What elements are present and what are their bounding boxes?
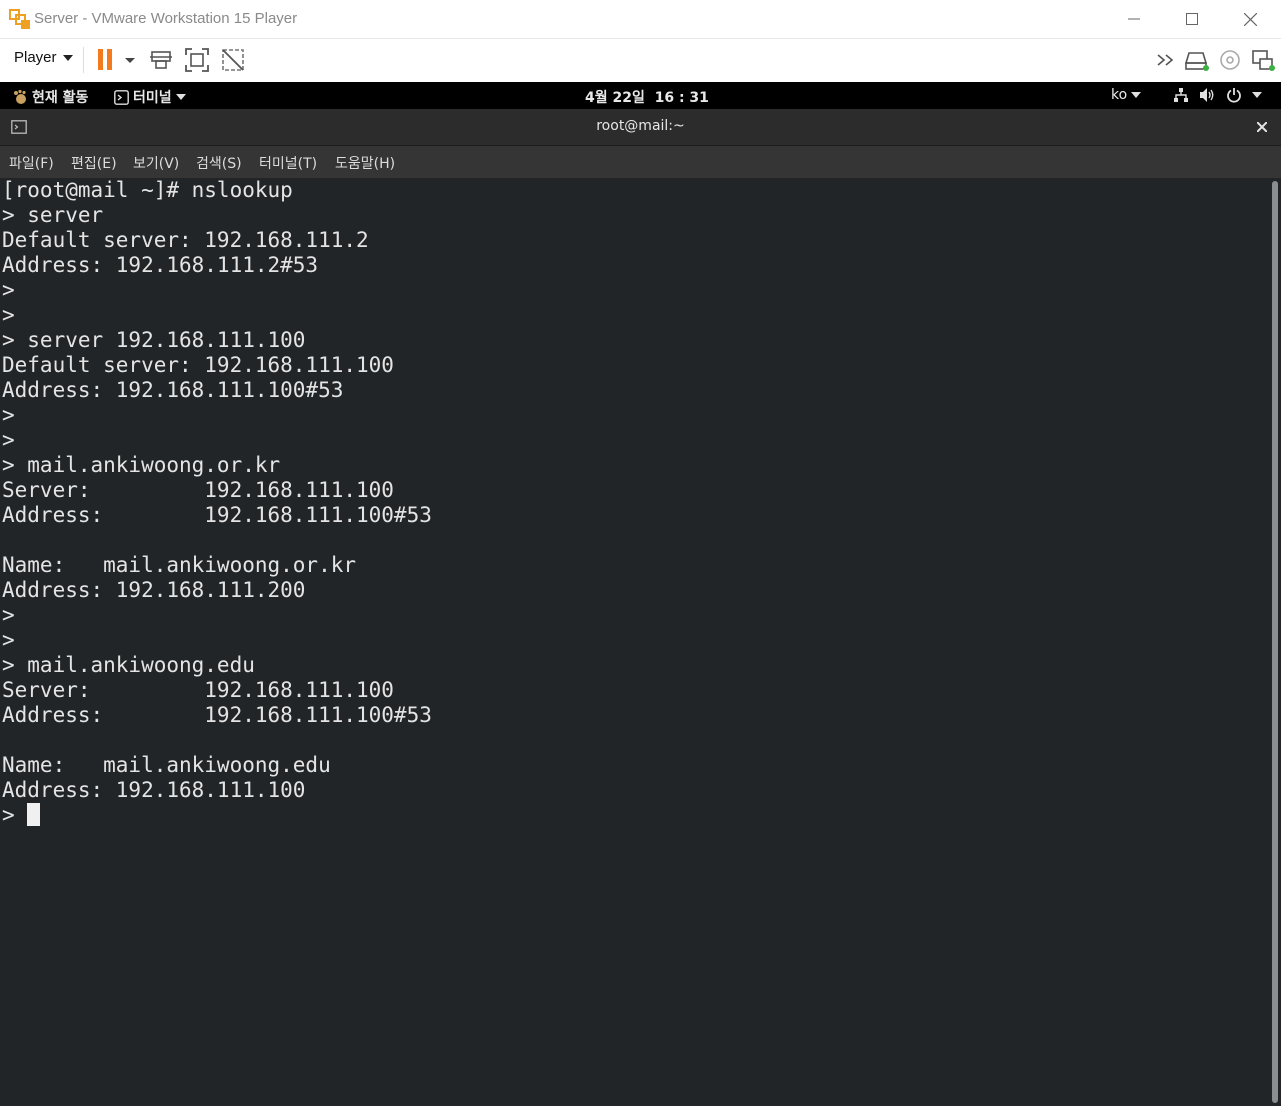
network-wired-icon	[1174, 88, 1188, 102]
terminal-header-bar: root@mail:~	[0, 109, 1281, 146]
menu-file[interactable]: 파일(F)	[9, 153, 54, 173]
network-adapter-icon[interactable]	[1250, 47, 1276, 73]
window-titlebar: Server - VMware Workstation 15 Player	[0, 0, 1281, 39]
activities-button[interactable]: 현재 활동	[12, 87, 88, 107]
maximize-icon	[1186, 13, 1198, 25]
app-menu-label: 터미널	[133, 90, 172, 106]
chevron-down-icon	[175, 94, 186, 100]
gnome-top-bar: 현재 활동 터미널 4월 22일 16 : 31 ko	[0, 82, 1281, 109]
system-status-menu[interactable]	[1173, 87, 1262, 103]
volume-icon	[1200, 88, 1214, 102]
menu-search[interactable]: 검색(S)	[196, 153, 242, 173]
terminal-line: >	[2, 403, 15, 427]
keyboard-layout-indicator[interactable]: ko	[1111, 87, 1142, 103]
terminal-line: Server: 192.168.111.100	[2, 678, 394, 702]
terminal-line: >	[2, 303, 15, 327]
fullscreen-icon[interactable]	[184, 47, 210, 73]
toolbar-divider	[83, 47, 84, 73]
vmware-toolbar: Player	[0, 39, 1281, 81]
hard-disk-icon[interactable]	[1184, 47, 1210, 73]
terminal-prompt: >	[2, 803, 28, 827]
menu-help[interactable]: 도움말(H)	[335, 153, 395, 173]
maximize-button[interactable]	[1163, 0, 1221, 38]
power-icon	[1227, 88, 1241, 103]
pause-icon[interactable]	[94, 47, 120, 73]
terminal-line: Name: mail.ankiwoong.or.kr	[2, 553, 357, 577]
unity-mode-icon[interactable]	[220, 47, 246, 73]
guest-display[interactable]: 현재 활동 터미널 4월 22일 16 : 31 ko root@mail:~ …	[0, 82, 1281, 1106]
gnome-foot-icon	[14, 89, 26, 104]
text-cursor	[27, 803, 41, 826]
terminal-line: Address: 192.168.111.100	[2, 778, 306, 802]
minimize-button[interactable]	[1105, 0, 1163, 38]
menu-terminal[interactable]: 터미널(T)	[259, 153, 317, 173]
terminal-title: root@mail:~	[596, 118, 685, 134]
cd-dvd-icon[interactable]	[1217, 47, 1243, 73]
terminal-scrollbar[interactable]	[1270, 178, 1281, 1106]
clock[interactable]: 4월 22일 16 : 31	[585, 87, 709, 107]
terminal-line: > mail.ankiwoong.edu	[2, 653, 255, 677]
minimize-icon	[1128, 18, 1140, 20]
terminal-line: >	[2, 428, 15, 452]
terminal-line: Address: 192.168.111.100#53	[2, 503, 432, 527]
terminal-output[interactable]: [root@mail ~]# nslookup > server Default…	[0, 178, 1270, 1106]
terminal-menu-bar: 파일(F) 편집(E) 보기(V) 검색(S) 터미널(T) 도움말(H)	[0, 146, 1281, 178]
close-icon	[1243, 12, 1257, 26]
terminal-line: Server: 192.168.111.100	[2, 478, 394, 502]
terminal-line: Default server: 192.168.111.100	[2, 353, 394, 377]
close-icon[interactable]	[1257, 122, 1267, 132]
terminal-line: Address: 192.168.111.100#53	[2, 703, 432, 727]
terminal-line: >	[2, 628, 15, 652]
terminal-line: Address: 192.168.111.2#53	[2, 253, 319, 277]
terminal-line: > server 192.168.111.100	[2, 328, 306, 352]
app-menu-button[interactable]: 터미널	[114, 87, 186, 107]
terminal-line: [root@mail ~]# nslookup	[2, 178, 293, 202]
power-dropdown-icon[interactable]	[120, 47, 140, 73]
window-title: Server - VMware Workstation 15 Player	[34, 10, 298, 27]
keyboard-layout-label: ko	[1111, 87, 1128, 103]
more-devices-icon[interactable]	[1154, 47, 1180, 73]
terminal-line: > mail.ankiwoong.or.kr	[2, 453, 281, 477]
vmware-player-icon	[9, 9, 30, 29]
activities-label: 현재 활동	[32, 90, 89, 106]
menu-view[interactable]: 보기(V)	[133, 153, 179, 173]
close-button[interactable]	[1221, 0, 1279, 38]
menu-edit[interactable]: 편집(E)	[71, 153, 117, 173]
player-menu-button[interactable]: Player	[14, 49, 73, 66]
chevron-down-icon	[1252, 92, 1262, 98]
terminal-line: Address: 192.168.111.200	[2, 578, 306, 602]
terminal-text: [root@mail ~]# nslookup > server Default…	[2, 178, 432, 828]
terminal-line: >	[2, 278, 15, 302]
terminal-line: Default server: 192.168.111.2	[2, 228, 369, 252]
terminal-app-icon	[114, 89, 129, 105]
clock-label: 4월 22일 16 : 31	[585, 90, 709, 106]
terminal-line: Name: mail.ankiwoong.edu	[2, 753, 331, 777]
terminal-line: > server	[2, 203, 104, 227]
chevron-down-icon	[1131, 92, 1142, 98]
terminal-line: Address: 192.168.111.100#53	[2, 378, 344, 402]
scrollbar-thumb[interactable]	[1272, 181, 1278, 1103]
chevron-down-icon	[62, 54, 73, 61]
send-ctrl-alt-del-icon[interactable]	[148, 47, 174, 73]
player-menu-label: Player	[14, 49, 57, 66]
terminal-line: >	[2, 603, 15, 627]
